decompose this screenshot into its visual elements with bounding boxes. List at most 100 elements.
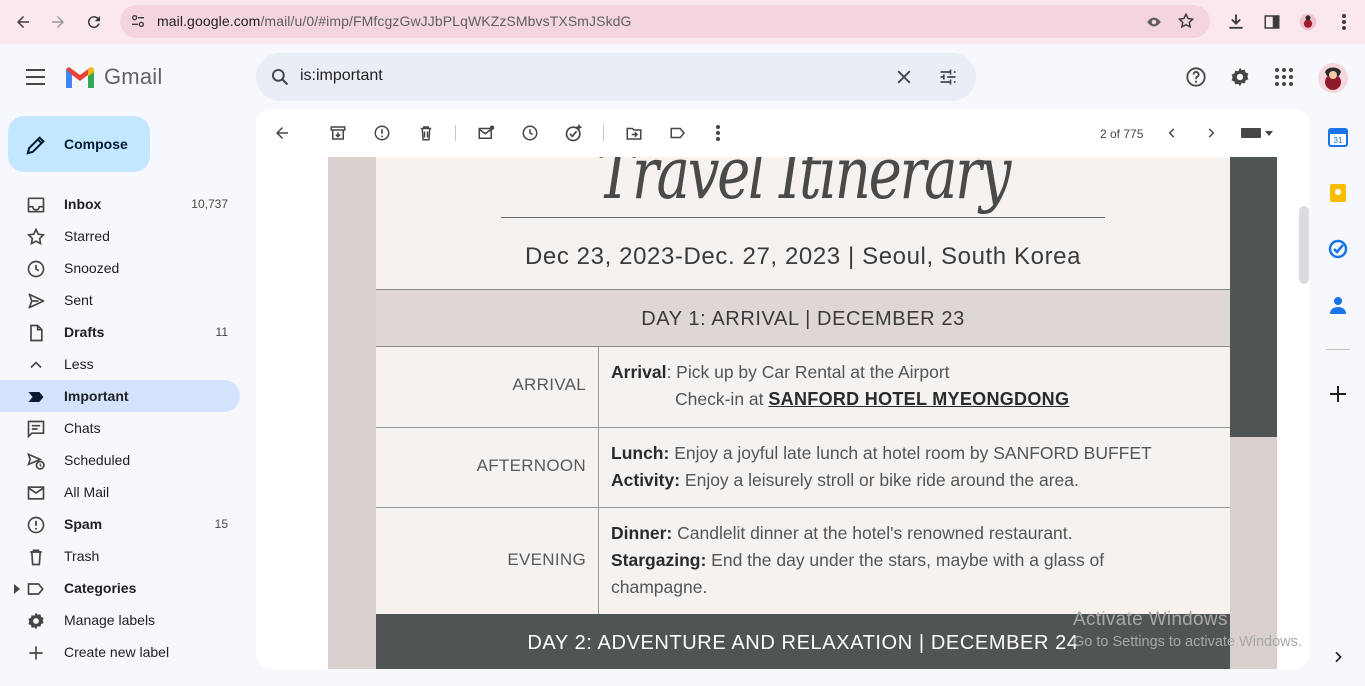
mark-unread-icon[interactable] bbox=[474, 121, 498, 145]
search-icon[interactable] bbox=[270, 67, 290, 87]
activity-text: Enjoy a joyful late lunch at hotel room … bbox=[669, 443, 1152, 463]
main-menu-icon[interactable] bbox=[22, 67, 50, 87]
label-icon[interactable] bbox=[666, 121, 690, 145]
snooze-clock-icon[interactable] bbox=[518, 121, 542, 145]
add-to-tasks-icon[interactable] bbox=[562, 121, 586, 145]
gmail-app: Gmail is:important Compose Inbox 10,737 … bbox=[0, 44, 1365, 686]
chevron-up-icon bbox=[30, 361, 42, 369]
side-panel-icon[interactable] bbox=[1259, 9, 1285, 35]
expand-arrow-icon[interactable] bbox=[13, 584, 21, 594]
activity-heading: Activity: bbox=[611, 470, 681, 490]
activity-heading: Dinner: bbox=[611, 523, 673, 543]
newer-chevron-left-icon[interactable] bbox=[1160, 121, 1184, 145]
activity-heading: Lunch: bbox=[611, 443, 670, 463]
url-path: /mail/u/0/#imp/FMfcgzGwJJbPLqWKZzSMbvsTX… bbox=[260, 13, 632, 29]
archive-icon[interactable] bbox=[326, 121, 350, 145]
sidebar-item-label: Less bbox=[64, 356, 94, 372]
sidebar-item-label: Important bbox=[64, 388, 129, 404]
time-cell: AFTERNOON bbox=[376, 428, 599, 507]
search-options-icon[interactable] bbox=[938, 67, 958, 87]
settings-gear-icon[interactable] bbox=[1225, 62, 1255, 92]
sidebar-item-create-label[interactable]: Create new label bbox=[0, 636, 240, 668]
older-chevron-right-icon[interactable] bbox=[1199, 121, 1223, 145]
delete-icon[interactable] bbox=[414, 121, 438, 145]
activity-text: champagne. bbox=[611, 577, 708, 597]
important-label-icon bbox=[28, 392, 44, 402]
bookmark-star-icon[interactable] bbox=[1177, 12, 1195, 30]
toolbar-divider bbox=[455, 125, 456, 141]
day1-heading: DAY 1: ARRIVAL | DECEMBER 23 bbox=[376, 289, 1230, 347]
tasks-icon[interactable] bbox=[1328, 239, 1348, 259]
send-icon bbox=[28, 293, 45, 309]
clear-search-icon[interactable] bbox=[894, 67, 914, 87]
reload-icon[interactable] bbox=[81, 9, 107, 35]
scheduled-send-icon bbox=[27, 452, 45, 470]
url-text: mail.google.com/mail/u/0/#imp/FMfcgzGwJJ… bbox=[157, 13, 632, 29]
keep-notes-icon[interactable] bbox=[1328, 183, 1348, 203]
gmail-logo[interactable]: Gmail bbox=[64, 64, 162, 90]
sidebar-item-important[interactable]: Important bbox=[0, 380, 240, 412]
sidebar-item-sent[interactable]: Sent bbox=[0, 284, 240, 316]
browser-toolbar: mail.google.com/mail/u/0/#imp/FMfcgzGwJJ… bbox=[0, 0, 1365, 44]
sidebar-item-label: Inbox bbox=[64, 196, 102, 212]
time-label: AFTERNOON bbox=[476, 456, 586, 475]
browser-menu-icon[interactable] bbox=[1331, 9, 1357, 35]
sidebar-item-starred[interactable]: Starred bbox=[0, 220, 240, 252]
clock-icon bbox=[27, 260, 45, 278]
search-bar[interactable]: is:important bbox=[256, 53, 976, 101]
star-icon bbox=[26, 227, 46, 246]
help-icon[interactable] bbox=[1181, 62, 1211, 92]
download-icon[interactable] bbox=[1223, 9, 1249, 35]
plus-icon bbox=[29, 646, 43, 660]
draft-count: 11 bbox=[215, 325, 228, 339]
sidebar-item-scheduled[interactable]: Scheduled bbox=[0, 444, 240, 476]
title-underline bbox=[501, 217, 1105, 218]
draft-file-icon bbox=[30, 324, 43, 342]
hotel-name: SANFORD HOTEL MYEONGDONG bbox=[768, 389, 1070, 409]
site-info-icon[interactable] bbox=[130, 13, 146, 29]
inbox-icon bbox=[27, 197, 45, 213]
toolbar-divider bbox=[603, 125, 604, 141]
contacts-icon[interactable] bbox=[1328, 295, 1348, 315]
activity-text: Enjoy a leisurely stroll or bike ride ar… bbox=[680, 470, 1079, 490]
input-tools-keyboard-icon[interactable] bbox=[1238, 121, 1278, 145]
time-label: EVENING bbox=[507, 550, 586, 569]
sidebar-item-less[interactable]: Less bbox=[0, 348, 240, 380]
address-bar[interactable]: mail.google.com/mail/u/0/#imp/FMfcgzGwJJ… bbox=[120, 5, 1210, 38]
add-addon-plus-icon[interactable] bbox=[1328, 384, 1348, 404]
apps-grid-icon[interactable] bbox=[1269, 62, 1299, 92]
viewer-scrollbar-thumb[interactable] bbox=[1299, 206, 1309, 284]
sidebar-item-chats[interactable]: Chats bbox=[0, 412, 240, 444]
sidebar-item-snoozed[interactable]: Snoozed bbox=[0, 252, 240, 284]
all-mail-icon bbox=[27, 486, 45, 500]
search-input[interactable]: is:important bbox=[300, 67, 383, 85]
profile-avatar-icon[interactable] bbox=[1295, 9, 1321, 35]
sidebar-item-spam[interactable]: Spam 15 bbox=[0, 508, 240, 540]
sidebar-item-drafts[interactable]: Drafts 11 bbox=[0, 316, 240, 348]
report-spam-icon[interactable] bbox=[370, 121, 394, 145]
settings-gear-icon bbox=[28, 612, 44, 630]
sidebar-item-manage-labels[interactable]: Manage labels bbox=[0, 604, 240, 636]
sidebar-item-label: Trash bbox=[64, 548, 100, 564]
sidebar-item-trash[interactable]: Trash bbox=[0, 540, 240, 572]
sidebar-item-categories[interactable]: Categories bbox=[0, 572, 240, 604]
back-arrow-icon[interactable] bbox=[10, 9, 36, 35]
message-toolbar: 2 of 775 bbox=[256, 109, 1310, 157]
eye-slash-icon[interactable] bbox=[1145, 13, 1163, 31]
forward-arrow-icon[interactable] bbox=[45, 9, 71, 35]
compose-button[interactable]: Compose bbox=[8, 116, 150, 172]
sidebar-item-label: Create new label bbox=[64, 644, 170, 660]
time-cell: ARRIVAL bbox=[376, 347, 599, 427]
sidebar-item-inbox[interactable]: Inbox 10,737 bbox=[0, 188, 240, 220]
expand-panel-chevron-icon[interactable] bbox=[1330, 649, 1346, 665]
gmail-m-icon bbox=[66, 66, 94, 88]
back-to-list-icon[interactable] bbox=[270, 121, 294, 145]
sidebar-item-all-mail[interactable]: All Mail bbox=[0, 476, 240, 508]
account-avatar[interactable] bbox=[1316, 61, 1350, 95]
activity-text: Check-in at bbox=[675, 389, 769, 409]
more-options-icon[interactable] bbox=[706, 121, 730, 145]
calendar-icon[interactable]: 31 bbox=[1328, 127, 1348, 147]
compose-label: Compose bbox=[64, 136, 128, 152]
move-to-folder-icon[interactable] bbox=[622, 121, 646, 145]
attachment-viewer: Travel Itinerary Dec 23, 2023-Dec. 27, 2… bbox=[256, 157, 1310, 669]
